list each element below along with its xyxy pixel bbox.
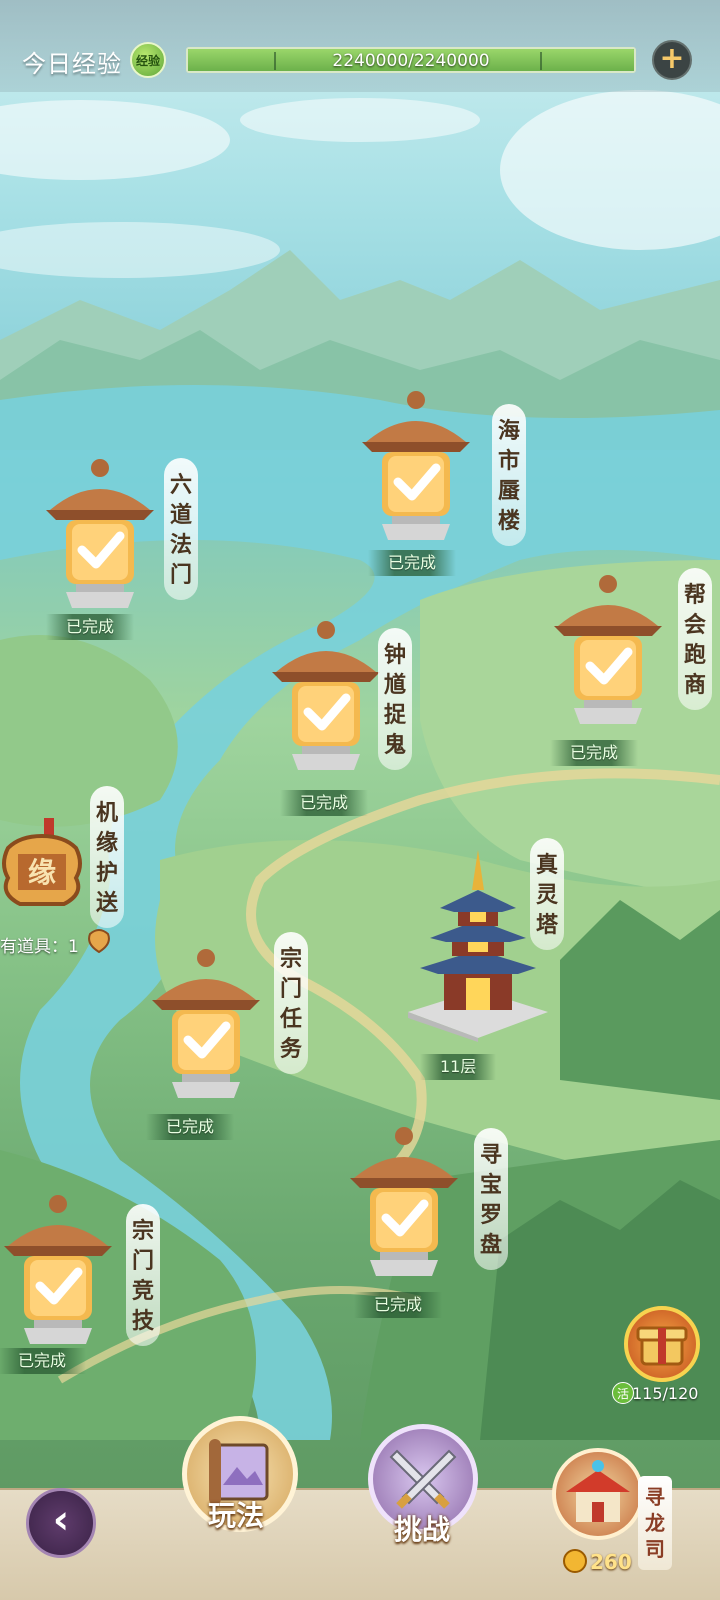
exp-badge-icon: 经验	[130, 42, 166, 78]
quest-title: 宗门任务	[274, 932, 308, 1074]
completed-lantern-icon	[350, 1127, 458, 1276]
quest-title: 六道法门	[164, 458, 198, 600]
tower-title: 真灵塔	[530, 838, 564, 950]
challenge-label: 挑战	[394, 1513, 451, 1546]
fate-token-icon: 缘	[2, 818, 82, 906]
dragon-bureau-title: 寻龙司	[638, 1476, 672, 1570]
activity-reward-chest-button[interactable]	[624, 1306, 700, 1382]
quest-title: 寻宝罗盘	[474, 1128, 508, 1270]
dragon-coin-icon	[563, 1549, 587, 1573]
gift-chest-icon	[636, 1326, 688, 1366]
fate-token-char: 缘	[28, 856, 56, 889]
completed-lantern-icon	[272, 621, 380, 770]
quest-status: 已完成	[46, 614, 135, 640]
quest-status: 已完成	[550, 740, 639, 766]
completed-lantern-icon	[46, 459, 154, 608]
exp-title: 今日经验	[22, 50, 122, 78]
completed-lantern-icon	[152, 949, 260, 1098]
escort-title: 机缘护送	[90, 786, 124, 928]
completed-lantern-icon	[362, 391, 470, 540]
quest-title: 帮会跑商	[678, 568, 712, 710]
play-label: 玩法	[208, 1499, 265, 1532]
quest-status: 已完成	[354, 1292, 443, 1318]
back-button[interactable]: ‹	[26, 1488, 96, 1558]
quest-status: 已完成	[0, 1348, 87, 1374]
quest-title: 海市蜃楼	[492, 404, 526, 546]
dragon-coin-count: 260	[590, 1550, 632, 1574]
activity-badge-icon: 活	[612, 1382, 634, 1404]
token-small-icon	[88, 929, 110, 954]
exp-progress-bar: 2240000/2240000	[186, 47, 636, 73]
quest-status: 已完成	[280, 790, 369, 816]
completed-lantern-icon	[4, 1195, 112, 1344]
quest-status: 已完成	[146, 1114, 235, 1140]
escort-item-count: 有道具：1	[0, 937, 79, 957]
exp-value: 2240000/2240000	[332, 51, 490, 71]
quest-status: 已完成	[368, 550, 457, 576]
completed-lantern-icon	[554, 575, 662, 724]
add-exp-button[interactable]: +	[652, 40, 692, 80]
dragon-bureau-button[interactable]	[552, 1448, 644, 1540]
quest-title: 钟馗捉鬼	[378, 628, 412, 770]
pagoda-icon	[408, 850, 548, 1042]
activity-progress: 115/120	[632, 1384, 699, 1403]
palace-icon	[566, 1460, 630, 1522]
quest-title: 宗门竞技	[126, 1204, 160, 1346]
tower-floor: 11层	[420, 1054, 497, 1080]
